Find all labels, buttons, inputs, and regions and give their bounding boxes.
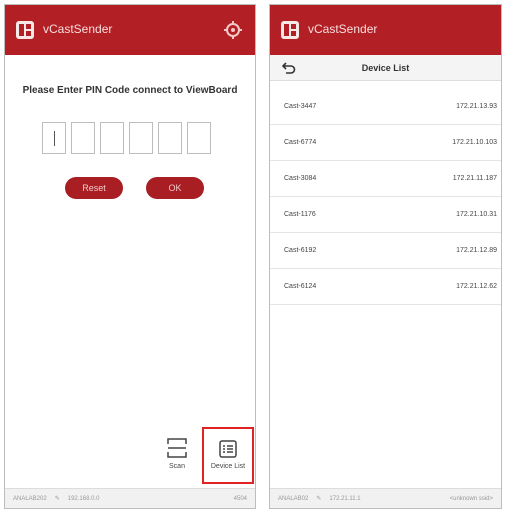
- device-list-screen: vCastSender Device List Cast-3447 172.21…: [269, 4, 502, 509]
- pin-digit-1[interactable]: [42, 122, 66, 154]
- device-name: Cast-1176: [284, 211, 316, 218]
- pin-entry-screen: vCastSender Please Enter PIN Code connec…: [4, 4, 256, 509]
- device-list-label: Device List: [210, 463, 246, 470]
- scan-label: Scan: [169, 463, 185, 470]
- device-name: Cast-6124: [284, 283, 317, 290]
- pin-digit-3[interactable]: [100, 122, 124, 154]
- device-list-button[interactable]: Device List: [202, 427, 254, 484]
- device-name: Cast-3447: [284, 103, 317, 110]
- status-bar: ANALAB202 ✎ 192.168.0.0 4504: [5, 488, 255, 508]
- device-ip: 172.21.13.93: [456, 103, 497, 110]
- list-header: Device List: [270, 55, 501, 81]
- device-name: Cast-3084: [284, 175, 317, 182]
- device-row[interactable]: Cast-6774 172.21.10.103: [270, 125, 501, 161]
- page-title: Device List: [361, 63, 410, 73]
- status-host: ANALAB02: [278, 495, 309, 502]
- app-title: vCastSender: [308, 22, 378, 36]
- device-name: Cast-6192: [284, 247, 317, 254]
- status-ip: 192.168.0.0: [67, 495, 100, 502]
- status-code: 4504: [233, 495, 247, 502]
- reset-button[interactable]: Reset: [65, 177, 123, 199]
- device-ip: 172.21.12.89: [456, 247, 497, 254]
- app-bar: vCastSender: [5, 5, 255, 55]
- pin-digit-5[interactable]: [158, 122, 182, 154]
- pencil-icon: ✎: [54, 496, 60, 502]
- pencil-icon: ✎: [316, 496, 322, 502]
- status-ssid: <unknown ssid>: [449, 495, 493, 502]
- app-title: vCastSender: [43, 22, 113, 36]
- scan-icon: [167, 438, 187, 458]
- device-row[interactable]: Cast-6192 172.21.12.89: [270, 233, 501, 269]
- status-ip: 172.21.11.1: [329, 495, 361, 502]
- device-row[interactable]: Cast-3447 172.21.13.93: [270, 89, 501, 125]
- app-bar: vCastSender: [270, 5, 501, 55]
- status-bar: ANALAB02 ✎ 172.21.11.1 <unknown ssid>: [270, 488, 501, 508]
- device-row[interactable]: Cast-6124 172.21.12.62: [270, 269, 501, 305]
- list-icon: [219, 440, 237, 458]
- pin-code-input[interactable]: [42, 122, 211, 154]
- device-ip: 172.21.11.187: [452, 175, 497, 182]
- app-logo-icon: [16, 21, 34, 39]
- device-ip: 172.21.10.31: [456, 211, 497, 218]
- device-ip: 172.21.10.103: [452, 139, 497, 146]
- pin-prompt: Please Enter PIN Code connect to ViewBoa…: [22, 85, 238, 96]
- gear-icon[interactable]: [223, 20, 243, 40]
- scan-button[interactable]: Scan: [157, 437, 197, 470]
- device-row[interactable]: Cast-3084 172.21.11.187: [270, 161, 501, 197]
- pin-digit-6[interactable]: [187, 122, 211, 154]
- device-ip: 172.21.12.62: [456, 283, 497, 290]
- device-row[interactable]: Cast-1176 172.21.10.31: [270, 197, 501, 233]
- ok-button[interactable]: OK: [146, 177, 204, 199]
- status-host: ANALAB202: [13, 495, 47, 502]
- pin-digit-4[interactable]: [129, 122, 153, 154]
- app-logo-icon: [281, 21, 299, 39]
- pin-digit-2[interactable]: [71, 122, 95, 154]
- device-name: Cast-6774: [284, 139, 317, 146]
